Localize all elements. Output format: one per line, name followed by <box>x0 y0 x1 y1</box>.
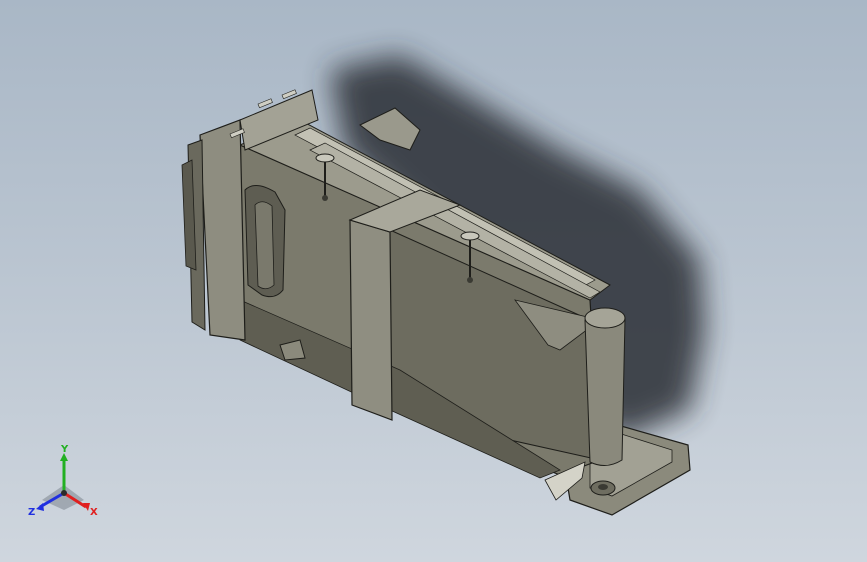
z-axis-label: Z <box>28 507 35 518</box>
graphics-viewport[interactable]: Y X Z <box>0 0 867 562</box>
end-frame <box>199 119 246 341</box>
motor-cover-face <box>254 201 275 290</box>
axis-triad[interactable]: Y X Z <box>22 445 112 525</box>
z-axis-arrowhead <box>36 503 44 511</box>
y-axis-label: Y <box>60 445 69 455</box>
end-roller-cap <box>584 307 626 329</box>
triad-origin <box>61 490 67 496</box>
cad-model-render[interactable] <box>0 0 867 562</box>
x-axis-label: X <box>90 507 98 518</box>
clamp-band-front <box>349 219 393 421</box>
end-roller <box>584 311 626 466</box>
base-foot-hole <box>598 484 608 490</box>
